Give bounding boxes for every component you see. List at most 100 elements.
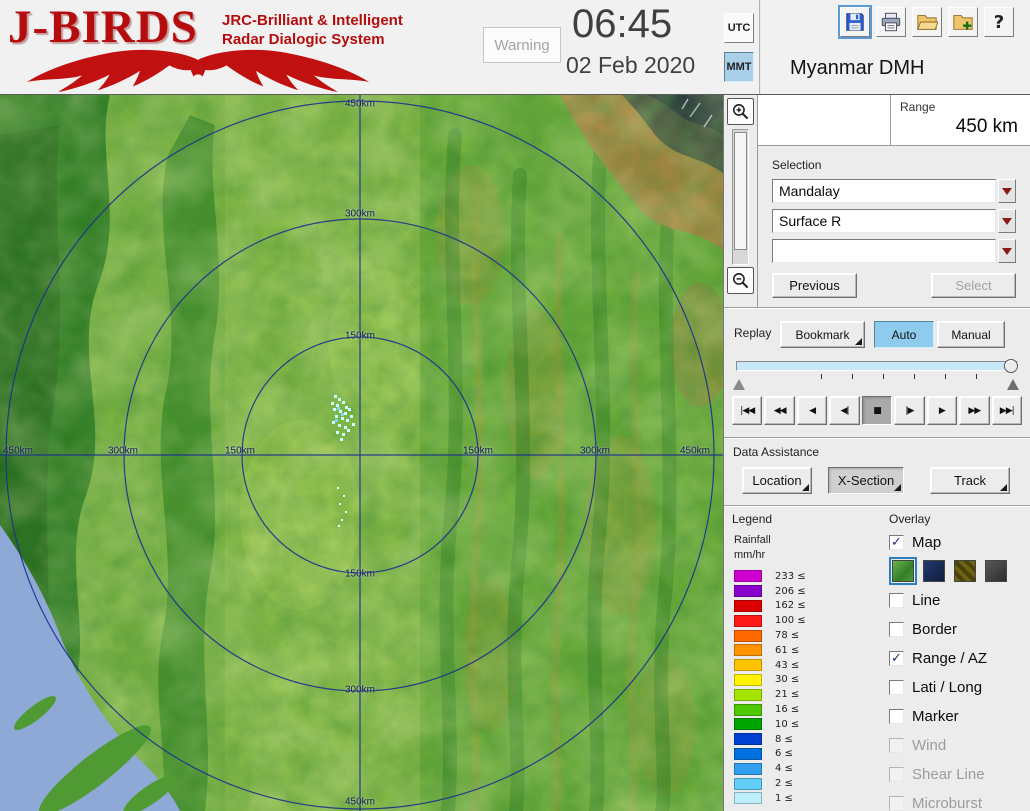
- overlay-item-map[interactable]: ✓ Map: [889, 534, 1026, 551]
- overlay-item-line[interactable]: Line: [889, 586, 1026, 615]
- overlay-item-range-az[interactable]: ✓ Range / AZ: [889, 644, 1026, 673]
- overlay-item-microburst: Microburst: [889, 789, 1026, 811]
- header-bar: J-BIRDS JRC-Brilliant & Intelligent Rada…: [0, 0, 1030, 95]
- replay-timeline[interactable]: [733, 358, 1019, 392]
- range-ring-label: 150km: [344, 568, 376, 580]
- checkbox[interactable]: [889, 680, 904, 695]
- location-button[interactable]: Location: [742, 467, 812, 494]
- print-icon[interactable]: [876, 7, 906, 37]
- legend-threshold: 21 ≤: [775, 689, 800, 701]
- product-dropdown-value[interactable]: Surface R: [772, 209, 996, 233]
- playback-fast-rewind-button[interactable]: ◀◀: [764, 396, 795, 425]
- site-dropdown[interactable]: Mandalay: [772, 179, 1016, 203]
- timeline-start-marker[interactable]: [733, 379, 745, 390]
- chevron-down-icon[interactable]: [998, 239, 1016, 263]
- station-name: Myanmar DMH: [790, 57, 925, 79]
- playback-skip-end-button[interactable]: ▶▶|: [991, 396, 1022, 425]
- app-logo-tagline: JRC-Brilliant & Intelligent Radar Dialog…: [222, 11, 403, 49]
- playback-fast-forward-button[interactable]: ▶▶: [959, 396, 990, 425]
- checkbox[interactable]: [889, 622, 904, 637]
- timeline-tick: [944, 374, 946, 379]
- warning-indicator[interactable]: Warning: [483, 27, 561, 63]
- map-style-olive[interactable]: [954, 560, 976, 582]
- overlay-item-wind: Wind: [889, 731, 1026, 760]
- timeline-end-marker[interactable]: [1007, 379, 1019, 390]
- x-section-button[interactable]: X-Section: [828, 467, 904, 494]
- export-image-icon[interactable]: [948, 7, 978, 37]
- eagle-logo-icon: [26, 49, 370, 93]
- help-icon[interactable]: ?: [984, 7, 1014, 37]
- playback-play-reverse-button[interactable]: ◀: [796, 396, 828, 425]
- zoom-scrollbar[interactable]: [732, 129, 749, 265]
- manual-button[interactable]: Manual: [937, 321, 1005, 348]
- zoom-in-icon[interactable]: [727, 98, 754, 125]
- option-dropdown-value[interactable]: [772, 239, 996, 263]
- map-style-dark-gray[interactable]: [985, 560, 1007, 582]
- select-button[interactable]: Select: [931, 273, 1016, 298]
- checkbox[interactable]: [889, 593, 904, 608]
- previous-button[interactable]: Previous: [772, 273, 857, 298]
- range-value: 450 km: [955, 116, 1018, 137]
- legend-unit-line2: mm/hr: [734, 549, 766, 561]
- overlay-item-lati-long[interactable]: Lati / Long: [889, 673, 1026, 702]
- tagline-line-1: JRC-Brilliant & Intelligent: [222, 12, 403, 29]
- overlay-item-marker[interactable]: Marker: [889, 702, 1026, 731]
- playback-stop-button[interactable]: ■: [861, 396, 893, 425]
- save-icon[interactable]: [838, 5, 872, 39]
- playback-skip-start-button[interactable]: |◀◀: [732, 396, 763, 425]
- replay-label: Replay: [734, 326, 772, 340]
- legend-threshold: 78 ≤: [775, 630, 800, 642]
- zoom-scrollbar-thumb[interactable]: [734, 132, 747, 250]
- timeline-track[interactable]: [736, 361, 1018, 371]
- legend-row: 100 ≤: [734, 613, 882, 628]
- timeline-tick: [820, 374, 822, 379]
- mmt-toggle-button[interactable]: MMT: [724, 52, 754, 82]
- timeline-tick: [975, 374, 977, 379]
- option-dropdown[interactable]: [772, 239, 1016, 263]
- overlay-item-label: Wind: [912, 737, 947, 754]
- chevron-down-icon[interactable]: [998, 179, 1016, 203]
- open-folder-icon[interactable]: [912, 7, 942, 37]
- legend-unit-line1: Rainfall: [734, 534, 771, 546]
- chevron-down-icon[interactable]: [998, 209, 1016, 233]
- checkbox[interactable]: [889, 709, 904, 724]
- legend-color-swatch: [734, 659, 762, 672]
- legend-overlay-section: Legend Rainfall mm/hr 233 ≤ 206 ≤ 162 ≤ 100…: [724, 505, 1030, 811]
- utc-toggle-button[interactable]: UTC: [724, 13, 754, 43]
- range-ring-label: 150km: [462, 445, 494, 457]
- checkbox: [889, 796, 904, 811]
- overlay-item-border[interactable]: Border: [889, 615, 1026, 644]
- data-assistance-label: Data Assistance: [733, 445, 820, 459]
- auto-button[interactable]: Auto: [874, 321, 934, 348]
- legend-color-swatch: [734, 733, 762, 746]
- playback-play-button[interactable]: ▶: [926, 396, 958, 425]
- legend-row: 206 ≤: [734, 584, 882, 599]
- range-ring-label: 450km: [344, 98, 376, 110]
- range-ring-label: 150km: [224, 445, 256, 457]
- playback-step-back-button[interactable]: ◀|: [829, 396, 860, 425]
- map-style-dark-navy[interactable]: [923, 560, 945, 582]
- checkbox[interactable]: ✓: [889, 535, 904, 550]
- radar-map-viewport[interactable]: 450km 300km 150km 150km 300km 450km 450km 300km…: [0, 95, 723, 811]
- overlay-items: Line Border ✓ Range / AZ Lati / Long Marker Wi…: [889, 586, 1026, 811]
- track-button[interactable]: Track: [930, 467, 1010, 494]
- j-birds-application: J-BIRDS JRC-Brilliant & Intelligent Rada…: [0, 0, 1030, 811]
- map-style-terrain-green[interactable]: [889, 557, 917, 585]
- product-dropdown[interactable]: Surface R: [772, 209, 1016, 233]
- range-ring-label: 300km: [344, 208, 376, 220]
- legend-row: 16 ≤: [734, 702, 882, 717]
- legend-threshold: 206 ≤: [775, 585, 806, 597]
- checkbox[interactable]: ✓: [889, 651, 904, 666]
- timeline-thumb[interactable]: [1004, 359, 1018, 373]
- overlay-item-label: Border: [912, 621, 958, 638]
- help-glyph: ?: [993, 11, 1005, 33]
- bookmark-button[interactable]: Bookmark: [780, 321, 865, 348]
- playback-controls: |◀◀ ◀◀ ◀ ◀| ■ |▶ ▶ ▶▶ ▶▶|: [732, 396, 1022, 425]
- legend-threshold: 43 ≤: [775, 659, 800, 671]
- legend-threshold: 6 ≤: [775, 748, 793, 760]
- playback-step-forward-button[interactable]: |▶: [894, 396, 925, 425]
- legend-threshold: 100 ≤: [775, 615, 806, 627]
- zoom-out-icon[interactable]: [727, 267, 754, 294]
- legend-color-swatch: [734, 688, 762, 701]
- site-dropdown-value[interactable]: Mandalay: [772, 179, 996, 203]
